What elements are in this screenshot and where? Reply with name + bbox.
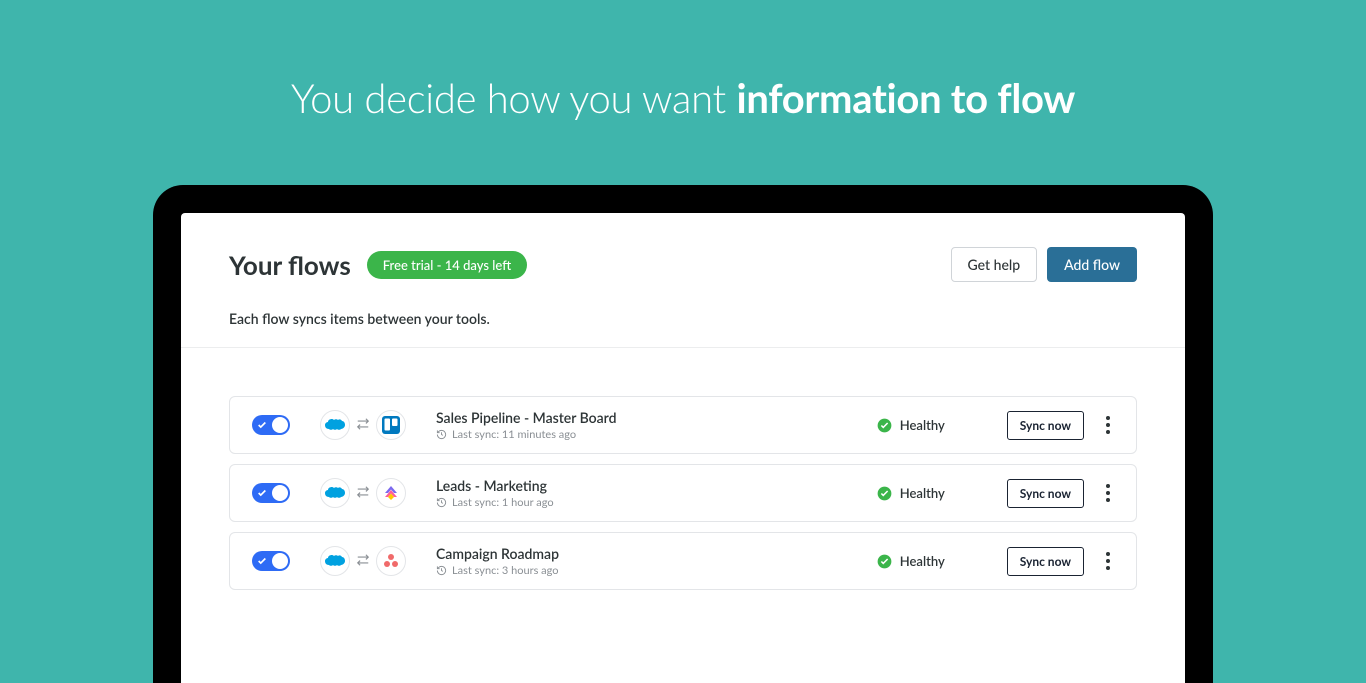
flow-connectors xyxy=(320,410,406,440)
flow-last-sync: Last sync: 1 hour ago xyxy=(436,496,877,509)
flow-row[interactable]: Sales Pipeline - Master Board Last sync:… xyxy=(229,396,1137,454)
more-menu-button[interactable] xyxy=(1102,412,1114,438)
flow-toggle[interactable] xyxy=(252,551,290,571)
sync-arrows-icon xyxy=(356,552,370,571)
sync-arrows-icon xyxy=(356,484,370,503)
check-icon xyxy=(257,488,267,498)
flow-status: Healthy xyxy=(877,553,1007,569)
flow-sync-text: Last sync: 11 minutes ago xyxy=(452,428,576,441)
page-title: Your flows xyxy=(229,249,351,281)
asana-icon xyxy=(376,546,406,576)
flow-name: Leads - Marketing xyxy=(436,477,877,494)
healthy-icon xyxy=(877,418,892,433)
row-actions: Sync now xyxy=(1007,547,1114,576)
app-screen: Your flows Free trial - 14 days left Get… xyxy=(181,213,1185,683)
check-icon xyxy=(257,556,267,566)
flow-sync-text: Last sync: 1 hour ago xyxy=(452,496,554,509)
more-menu-button[interactable] xyxy=(1102,548,1114,574)
flow-connectors xyxy=(320,478,406,508)
flow-row[interactable]: Campaign Roadmap Last sync: 3 hours ago … xyxy=(229,532,1137,590)
row-actions: Sync now xyxy=(1007,411,1114,440)
get-help-button[interactable]: Get help xyxy=(951,247,1038,282)
header-buttons: Get help Add flow xyxy=(951,247,1137,282)
header-top: Your flows Free trial - 14 days left Get… xyxy=(229,247,1137,282)
check-icon xyxy=(257,420,267,430)
salesforce-icon xyxy=(320,546,350,576)
flow-info: Campaign Roadmap Last sync: 3 hours ago xyxy=(436,545,877,577)
flow-row[interactable]: Leads - Marketing Last sync: 1 hour ago … xyxy=(229,464,1137,522)
history-icon xyxy=(436,565,447,576)
status-text: Healthy xyxy=(900,553,945,569)
clickup-icon xyxy=(376,478,406,508)
history-icon xyxy=(436,429,447,440)
trello-icon xyxy=(376,410,406,440)
flow-toggle[interactable] xyxy=(252,415,290,435)
salesforce-icon xyxy=(320,410,350,440)
sync-now-button[interactable]: Sync now xyxy=(1007,411,1084,440)
sync-arrows-icon xyxy=(356,416,370,435)
flow-status: Healthy xyxy=(877,485,1007,501)
status-text: Healthy xyxy=(900,417,945,433)
toggle-knob xyxy=(272,553,288,569)
flow-toggle[interactable] xyxy=(252,483,290,503)
page-header: Your flows Free trial - 14 days left Get… xyxy=(181,213,1185,327)
salesforce-icon xyxy=(320,478,350,508)
healthy-icon xyxy=(877,554,892,569)
flow-info: Sales Pipeline - Master Board Last sync:… xyxy=(436,409,877,441)
history-icon xyxy=(436,497,447,508)
trial-badge: Free trial - 14 days left xyxy=(367,251,527,279)
flow-name: Sales Pipeline - Master Board xyxy=(436,409,877,426)
headline-bold: information to flow xyxy=(736,74,1075,122)
flow-last-sync: Last sync: 11 minutes ago xyxy=(436,428,877,441)
flow-name: Campaign Roadmap xyxy=(436,545,877,562)
headline: You decide how you want information to f… xyxy=(0,0,1366,122)
sync-now-button[interactable]: Sync now xyxy=(1007,547,1084,576)
flows-list: Sales Pipeline - Master Board Last sync:… xyxy=(181,348,1185,590)
flow-last-sync: Last sync: 3 hours ago xyxy=(436,564,877,577)
more-menu-button[interactable] xyxy=(1102,480,1114,506)
status-text: Healthy xyxy=(900,485,945,501)
toggle-knob xyxy=(272,485,288,501)
toggle-knob xyxy=(272,417,288,433)
flow-status: Healthy xyxy=(877,417,1007,433)
add-flow-button[interactable]: Add flow xyxy=(1047,247,1137,282)
flow-info: Leads - Marketing Last sync: 1 hour ago xyxy=(436,477,877,509)
healthy-icon xyxy=(877,486,892,501)
flow-sync-text: Last sync: 3 hours ago xyxy=(452,564,559,577)
flow-connectors xyxy=(320,546,406,576)
page-subtitle: Each flow syncs items between your tools… xyxy=(229,310,1137,327)
device-frame: Your flows Free trial - 14 days left Get… xyxy=(153,185,1213,683)
header-left: Your flows Free trial - 14 days left xyxy=(229,249,527,281)
sync-now-button[interactable]: Sync now xyxy=(1007,479,1084,508)
row-actions: Sync now xyxy=(1007,479,1114,508)
headline-prefix: You decide how you want xyxy=(291,74,737,122)
